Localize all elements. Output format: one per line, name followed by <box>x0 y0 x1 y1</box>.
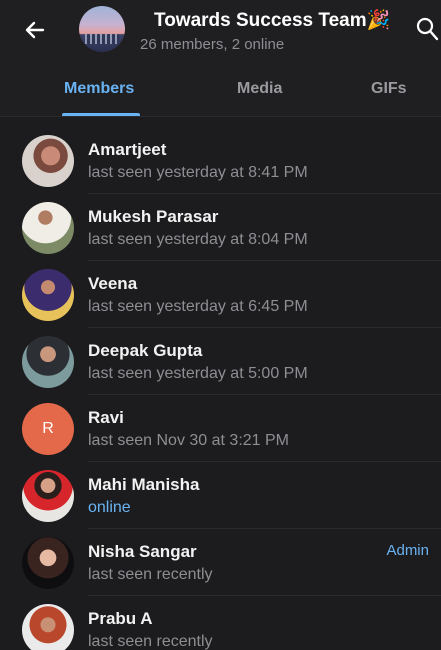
member-name: Mukesh Parasar <box>88 207 219 226</box>
member-name: Ravi <box>88 408 124 427</box>
avatar <box>22 135 74 187</box>
member-name: Amartjeet <box>88 140 167 159</box>
avatar <box>22 336 74 388</box>
list-item[interactable]: Amartjeet last seen yesterday at 8:41 PM <box>0 127 441 194</box>
avatar <box>22 470 74 522</box>
back-button[interactable] <box>20 15 50 45</box>
group-title-text: Towards Success Team <box>154 10 367 31</box>
member-status: last seen yesterday at 5:00 PM <box>88 365 308 382</box>
tab-media[interactable]: Media <box>237 80 282 98</box>
member-name: Prabu A <box>88 609 153 628</box>
tab-gifs[interactable]: GIFs <box>371 80 407 98</box>
list-item[interactable]: Mahi Manisha online <box>0 462 441 529</box>
list-item[interactable]: Mukesh Parasar last seen yesterday at 8:… <box>0 194 441 261</box>
member-status: last seen recently <box>88 633 213 650</box>
avatar <box>22 269 74 321</box>
members-list[interactable]: Amartjeet last seen yesterday at 8:41 PM… <box>0 117 441 650</box>
top-bar: Towards Success Team🎉 26 members, 2 onli… <box>0 0 441 66</box>
search-button[interactable] <box>415 16 439 42</box>
tab-bar: Members Media GIFs <box>0 66 441 117</box>
list-item[interactable]: Deepak Gupta last seen yesterday at 5:00… <box>0 328 441 395</box>
group-avatar[interactable] <box>79 6 125 52</box>
member-status: last seen yesterday at 8:04 PM <box>88 231 308 248</box>
member-status: last seen Nov 30 at 3:21 PM <box>88 432 289 449</box>
list-item[interactable]: R Ravi last seen Nov 30 at 3:21 PM <box>0 395 441 462</box>
tab-members[interactable]: Members <box>64 80 134 98</box>
list-item[interactable]: Veena last seen yesterday at 6:45 PM <box>0 261 441 328</box>
member-status: last seen yesterday at 6:45 PM <box>88 298 308 315</box>
admin-badge: Admin <box>386 542 429 559</box>
avatar <box>22 537 74 589</box>
avatar: R <box>22 403 74 455</box>
avatar <box>22 604 74 650</box>
group-subtitle: 26 members, 2 online <box>140 36 285 53</box>
back-arrow-icon <box>25 21 45 39</box>
party-emoji: 🎉 <box>366 10 391 31</box>
member-name: Veena <box>88 274 138 293</box>
group-title[interactable]: Towards Success Team🎉 <box>154 8 390 32</box>
active-tab-indicator <box>62 113 140 116</box>
list-item[interactable]: Prabu A last seen recently <box>0 596 441 650</box>
member-name: Mahi Manisha <box>88 475 200 494</box>
search-icon <box>416 17 439 41</box>
member-name: Deepak Gupta <box>88 341 203 360</box>
member-name: Nisha Sangar <box>88 542 197 561</box>
member-status: last seen recently <box>88 566 213 583</box>
member-status: last seen yesterday at 8:41 PM <box>88 164 308 181</box>
avatar <box>22 202 74 254</box>
member-status: online <box>88 499 131 516</box>
list-item[interactable]: Nisha Sangar last seen recently Admin <box>0 529 441 596</box>
